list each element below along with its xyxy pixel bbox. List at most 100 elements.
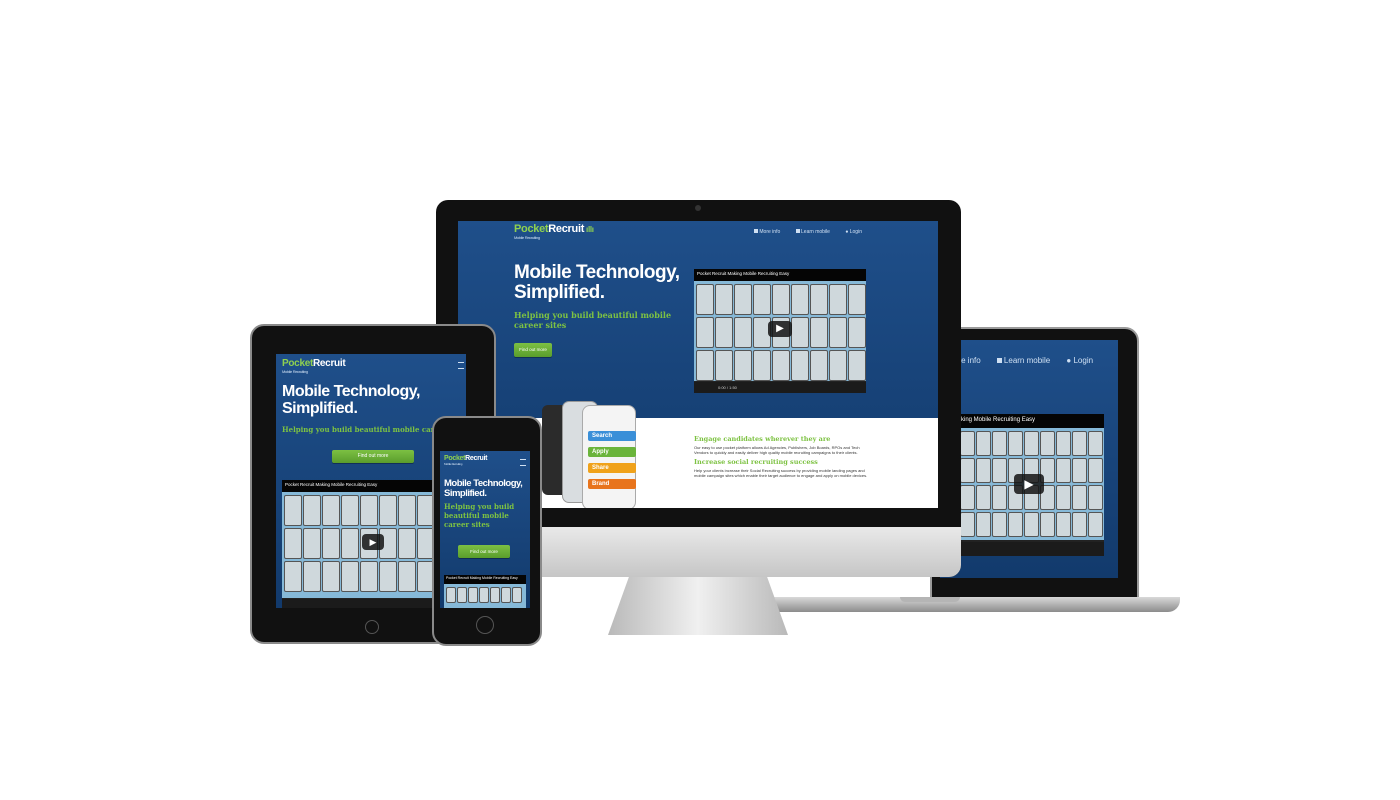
iphone-video[interactable]: Pocket Recruit Making Mobile Recruiting … (444, 575, 526, 608)
mini-phone-icon (501, 587, 511, 603)
mini-phone-icon (992, 458, 1007, 483)
mini-phone-icon (791, 350, 809, 381)
play-button-icon[interactable]: ▶ (362, 534, 384, 550)
ipad-hero-title: Mobile Technology, Simplified. (282, 383, 420, 417)
nav-learn-mobile[interactable]: Learn mobile (801, 229, 830, 235)
mini-phone-icon (1024, 431, 1039, 456)
video-time: 0:00 / 1:50 (718, 385, 737, 390)
logo-tagline: Mobile Recruiting (514, 235, 540, 240)
user-icon: ● (1066, 356, 1072, 365)
mini-phone-icon (772, 284, 790, 315)
mini-phone-icon (791, 284, 809, 315)
mini-phone-icon (1088, 458, 1103, 483)
mini-phone-icon (829, 350, 847, 381)
feature-text-social: Help your clients increase their Social … (694, 467, 868, 479)
imac-video[interactable]: Pocket Recruit Making Mobile Recruiting … (694, 269, 866, 393)
mini-phone-icon (715, 284, 733, 315)
mini-phone-icon (753, 350, 771, 381)
mini-phone-icon (810, 284, 828, 315)
mini-phone-icon (303, 495, 321, 526)
mini-phone-icon (992, 485, 1007, 510)
feature-heading-social: Increase social recruiting success (694, 457, 818, 466)
mini-phone-icon (848, 350, 866, 381)
mini-phone-icon (1008, 512, 1023, 537)
mini-phone-icon (1056, 485, 1071, 510)
mini-phone-icon (976, 458, 991, 483)
mini-phone-icon (398, 495, 416, 526)
mini-phone-icon (734, 350, 752, 381)
mini-phone-icon (960, 485, 975, 510)
mini-phone-icon (960, 431, 975, 456)
laptop-video-title: king Mobile Recruiting Easy (958, 414, 1104, 429)
mini-phone-icon (848, 317, 866, 348)
mini-phone-icon (829, 317, 847, 348)
brand-action[interactable]: Brand (588, 479, 636, 489)
imac-camera (695, 205, 701, 211)
find-out-more-button[interactable]: Find out more (514, 343, 552, 357)
iphone-find-out-more-button[interactable]: Find out more (458, 545, 510, 558)
apply-action[interactable]: Apply (588, 447, 636, 457)
menu-icon[interactable] (520, 459, 526, 466)
mini-phone-icon (960, 458, 975, 483)
mini-phone-icon (322, 561, 340, 592)
mini-phone-icon (398, 528, 416, 559)
laptop-base (760, 597, 1180, 612)
mini-phone-icon (715, 350, 733, 381)
mini-phone-icon (284, 495, 302, 526)
share-action[interactable]: Share (588, 463, 636, 473)
nav-login[interactable]: Login (850, 229, 862, 235)
hero-title: Mobile Technology, Simplified. (514, 262, 680, 303)
features-text: Engage candidates wherever they are Our … (694, 435, 870, 479)
ipad-find-out-more-button[interactable]: Find out more (332, 450, 414, 463)
play-button-icon[interactable]: ▶ (1014, 474, 1044, 494)
mini-phone-icon (976, 485, 991, 510)
mini-phone-icon (303, 528, 321, 559)
iphone-logo[interactable]: PocketRecruit Mobile Recruiting (444, 455, 487, 466)
mini-phone-icon (1088, 485, 1103, 510)
mini-phone-icon (1056, 512, 1071, 537)
laptop-video[interactable]: king Mobile Recruiting Easy ▶ (958, 414, 1104, 556)
mini-phone-icon (976, 431, 991, 456)
iphone-screen: PocketRecruit Mobile Recruiting Mobile T… (440, 451, 530, 608)
iphone-hero-subtitle: Helping you build beautiful mobile caree… (444, 502, 515, 529)
mini-phone-icon (1072, 512, 1087, 537)
mini-phone-icon (715, 317, 733, 348)
mini-phone-icon (303, 561, 321, 592)
menu-icon[interactable] (458, 362, 464, 369)
imac-stand (608, 575, 788, 635)
mini-phone-icon (1072, 458, 1087, 483)
play-button-icon[interactable]: ▶ (768, 321, 792, 337)
feature-text-engage: Our easy to use pocket platform allows A… (694, 445, 860, 456)
mini-phone-icon (398, 561, 416, 592)
video-controls[interactable]: 0:00 / 1:50 (694, 382, 866, 393)
mini-phone-icon (446, 587, 456, 603)
mini-phone-icon (1008, 431, 1023, 456)
laptop-nav-learn-mobile[interactable]: Learn mobile (1004, 356, 1050, 365)
logo[interactable]: PocketRecruit ıllı Mobile Recruiting (514, 223, 594, 240)
mini-phone-icon (829, 284, 847, 315)
ipad-home-button (365, 620, 379, 634)
mini-phone-icon (284, 561, 302, 592)
laptop-nav: ore info Learn mobile ● Login (954, 356, 1118, 365)
mini-phone-icon (468, 587, 478, 603)
mini-phone-icon (341, 495, 359, 526)
mini-phone-icon (734, 317, 752, 348)
nav-more-info[interactable]: More info (759, 229, 780, 235)
mini-phone-icon (734, 284, 752, 315)
laptop-nav-login[interactable]: Login (1073, 356, 1093, 365)
book-icon (795, 229, 800, 233)
search-action[interactable]: Search (588, 431, 636, 441)
mini-phone-icon (992, 431, 1007, 456)
user-icon: ● (845, 229, 849, 235)
mini-phone-icon (379, 495, 397, 526)
mini-phone-icon (810, 317, 828, 348)
hero-subtitle: Helping you build beautiful mobile caree… (514, 310, 672, 330)
mini-phone-icon (696, 317, 714, 348)
book-icon (996, 358, 1002, 363)
laptop-hinge-notch (900, 597, 960, 602)
imac-nav: More info Learn mobile ● Login (754, 229, 862, 235)
mini-phone-icon (1072, 431, 1087, 456)
ipad-logo[interactable]: PocketRecruit Mobile Recruiting (282, 358, 346, 374)
mini-phone-icon (490, 587, 500, 603)
laptop-video-controls[interactable] (958, 542, 1104, 556)
